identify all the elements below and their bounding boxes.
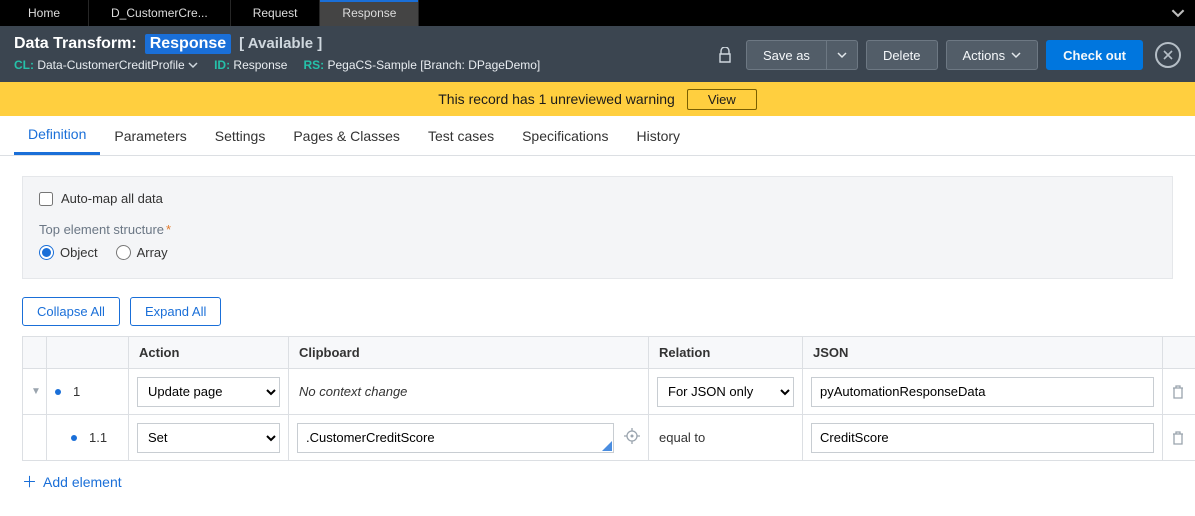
automap-check[interactable]: Auto-map all data xyxy=(39,191,1156,206)
action-select[interactable]: Update page xyxy=(137,377,280,407)
save-as-button[interactable]: Save as xyxy=(746,40,827,70)
tab-definition[interactable]: Definition xyxy=(14,116,100,155)
cl-value[interactable]: Data-CustomerCreditProfile xyxy=(37,58,198,72)
radio-array-input[interactable] xyxy=(116,245,131,260)
plus-icon: ＋ xyxy=(22,471,37,492)
lock-icon xyxy=(712,40,738,70)
automap-label: Auto-map all data xyxy=(61,191,163,206)
structure-panel: Auto-map all data Top element structure*… xyxy=(22,176,1173,279)
table-row: 1.1 Set equal to xyxy=(23,415,1195,461)
col-action: Action xyxy=(129,337,289,369)
tab-home[interactable]: Home xyxy=(0,0,89,26)
step-number: 1 xyxy=(73,384,80,399)
add-element-link[interactable]: ＋ Add element xyxy=(22,471,1173,492)
availability-label: [ Available ] xyxy=(239,35,322,52)
rule-name: Response xyxy=(145,34,231,54)
relation-select[interactable]: For JSON only xyxy=(657,377,794,407)
radio-array[interactable]: Array xyxy=(116,245,168,260)
tab-response[interactable]: Response xyxy=(320,0,419,26)
delete-row-icon[interactable] xyxy=(1163,415,1195,460)
collapse-all-button[interactable]: Collapse All xyxy=(22,297,120,326)
crosshair-icon[interactable] xyxy=(624,428,640,447)
col-json: JSON xyxy=(803,337,1163,369)
json-input[interactable] xyxy=(811,423,1154,453)
tab-test-cases[interactable]: Test cases xyxy=(414,116,508,155)
expand-all-button[interactable]: Expand All xyxy=(130,297,221,326)
tab-request[interactable]: Request xyxy=(231,0,321,26)
rule-subtabs: Definition Parameters Settings Pages & C… xyxy=(0,116,1195,156)
clipboard-static: No context change xyxy=(289,369,648,414)
step-dot-icon xyxy=(71,435,77,441)
step-dot-icon xyxy=(55,389,61,395)
delete-row-icon[interactable] xyxy=(1163,369,1195,414)
rs-value: PegaCS-Sample [Branch: DPageDemo] xyxy=(327,58,540,72)
relation-static: equal to xyxy=(649,415,802,460)
actions-button[interactable]: Actions xyxy=(946,40,1039,70)
tab-parameters[interactable]: Parameters xyxy=(100,116,200,155)
close-icon[interactable] xyxy=(1155,42,1181,68)
automap-checkbox[interactable] xyxy=(39,192,53,206)
rule-type-label: Data Transform: xyxy=(14,35,137,53)
cl-key: CL: xyxy=(14,58,34,72)
collapse-tabs-icon[interactable] xyxy=(1161,0,1195,26)
view-warnings-button[interactable]: View xyxy=(687,89,757,110)
json-input[interactable] xyxy=(811,377,1154,407)
tab-settings[interactable]: Settings xyxy=(201,116,280,155)
tab-specifications[interactable]: Specifications xyxy=(508,116,622,155)
tab-d-customer[interactable]: D_CustomerCre... xyxy=(89,0,231,26)
id-value: Response xyxy=(233,58,287,72)
save-as-caret-button[interactable] xyxy=(827,40,858,70)
tab-history[interactable]: History xyxy=(622,116,694,155)
radio-object[interactable]: Object xyxy=(39,245,98,260)
clipboard-input[interactable] xyxy=(297,423,614,453)
step-number: 1.1 xyxy=(89,430,107,445)
tab-pages-classes[interactable]: Pages & Classes xyxy=(279,116,414,155)
warning-banner: This record has 1 unreviewed warning Vie… xyxy=(0,82,1195,116)
steps-table: Action Clipboard Relation JSON ▼ 1 Updat… xyxy=(22,336,1195,461)
col-relation: Relation xyxy=(649,337,803,369)
expand-toggle-icon[interactable]: ▼ xyxy=(31,386,41,397)
workspace-tabs: Home D_CustomerCre... Request Response xyxy=(0,0,1195,26)
radio-object-input[interactable] xyxy=(39,245,54,260)
delete-button[interactable]: Delete xyxy=(866,40,938,70)
warning-text: This record has 1 unreviewed warning xyxy=(438,91,675,107)
action-select[interactable]: Set xyxy=(137,423,280,453)
top-element-structure-label: Top element structure* xyxy=(39,222,1156,237)
id-key: ID: xyxy=(214,58,230,72)
table-row: ▼ 1 Update page No context change For JS… xyxy=(23,369,1195,415)
rs-key: RS: xyxy=(303,58,324,72)
rule-header: Data Transform: Response [ Available ] C… xyxy=(0,26,1195,82)
check-out-button[interactable]: Check out xyxy=(1046,40,1143,70)
col-clipboard: Clipboard xyxy=(289,337,649,369)
